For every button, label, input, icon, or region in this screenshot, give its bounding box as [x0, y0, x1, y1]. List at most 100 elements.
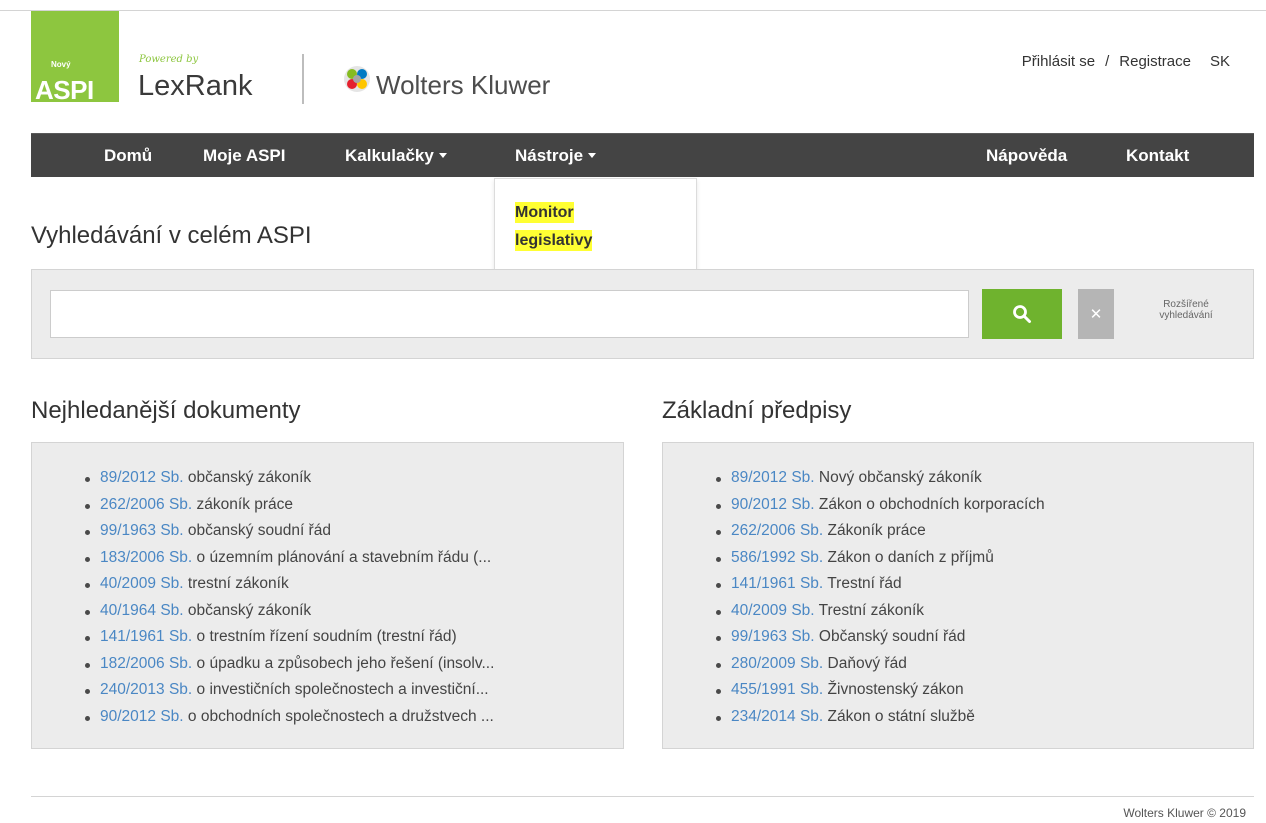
document-code-link[interactable]: 141/1961 Sb.	[731, 575, 823, 592]
nav-home-label: Domů	[104, 146, 153, 165]
nav-help-label: Nápověda	[986, 146, 1068, 165]
aspi-logo-novy: Nový	[51, 60, 71, 69]
document-code-link[interactable]: 89/2012 Sb.	[100, 469, 184, 486]
search-icon	[1013, 305, 1031, 323]
nav-help[interactable]: Nápověda	[986, 134, 1067, 178]
list-item: 89/2012 Sb. Nový občanský zákoník	[716, 465, 1045, 492]
caret-down-icon	[438, 153, 447, 159]
document-title: občanský zákoník	[187, 469, 312, 486]
document-title: Daňový řád	[827, 654, 907, 672]
document-title: Zákoník práce	[827, 522, 926, 539]
document-title: trestní zákoník	[187, 575, 289, 592]
document-code-link[interactable]: 280/2009 Sb.	[731, 655, 823, 672]
list-item: 90/2012 Sb. Zákon o obchodních korporací…	[716, 492, 1045, 519]
menu-item-monitor-legislativy[interactable]: Monitor legislativy	[515, 199, 611, 255]
document-title: o investičních společnostech a investičn…	[196, 681, 489, 698]
document-title: o trestním řízení soudním (trestní řád)	[196, 628, 457, 645]
document-title: Živnostenský zákon	[827, 681, 964, 698]
document-code-link[interactable]: 586/1992 Sb.	[731, 549, 823, 566]
powered-by-label: Powered by	[139, 54, 199, 65]
document-code-link[interactable]: 99/1963 Sb.	[100, 522, 184, 539]
list-item: 40/2009 Sb. trestní zákoník	[84, 571, 494, 598]
list-item: 262/2006 Sb. zákoník práce	[84, 492, 494, 519]
close-icon: ✕	[1089, 306, 1103, 323]
document-title: zákoník práce	[196, 495, 294, 513]
document-title: Zákon o státní službě	[827, 707, 975, 725]
document-code-link[interactable]: 240/2013 Sb.	[100, 681, 192, 698]
document-code-link[interactable]: 40/2009 Sb.	[731, 602, 815, 619]
clear-search-button[interactable]: ✕	[1078, 289, 1114, 339]
basic-regulations-list: 89/2012 Sb. Nový občanský zákoník 90/2012…	[716, 465, 1045, 731]
wolters-kluwer-logo: Wolters Kluwer	[376, 70, 551, 100]
document-code-link[interactable]: 89/2012 Sb.	[731, 469, 815, 486]
menu-item-label: Monitor legislativy	[515, 202, 593, 251]
list-item: 141/1961 Sb. o trestním řízení soudním (…	[84, 624, 494, 651]
list-item: 280/2009 Sb. Daňový řád	[716, 651, 1045, 678]
document-code-link[interactable]: 141/1961 Sb.	[100, 628, 192, 645]
document-code-link[interactable]: 183/2006 Sb.	[100, 549, 192, 566]
list-item: 141/1961 Sb. Trestní řád	[716, 571, 1045, 598]
document-code-link[interactable]: 234/2014 Sb.	[731, 708, 823, 725]
nav-calculators[interactable]: Kalkulačky	[345, 134, 447, 178]
document-code-link[interactable]: 90/2012 Sb.	[100, 708, 184, 725]
basic-regulations-title: Základní předpisy	[662, 397, 852, 424]
document-code-link[interactable]: 90/2012 Sb.	[731, 496, 815, 513]
language-switch[interactable]: SK	[1210, 53, 1230, 70]
footer-divider	[31, 796, 1254, 797]
tools-dropdown-menu: Monitor legislativy	[494, 178, 697, 274]
list-item: 586/1992 Sb. Zákon o daních z příjmů	[716, 545, 1045, 572]
search-panel: ✕ Rozšířené vyhledávání	[31, 269, 1254, 359]
nav-my-aspi-label: Moje ASPI	[203, 146, 286, 165]
nav-contact[interactable]: Kontakt	[1126, 134, 1189, 178]
nav-tools[interactable]: Nástroje	[515, 134, 597, 178]
list-item: 455/1991 Sb. Živnostenský zákon	[716, 677, 1045, 704]
lexrank-logo: LexRank	[138, 70, 253, 102]
register-link[interactable]: Registrace	[1119, 53, 1191, 70]
main-navbar: Domů Moje ASPI Kalkulačky Nástroje Nápov…	[31, 133, 1254, 177]
search-input[interactable]	[50, 290, 969, 338]
most-searched-panel: 89/2012 Sb. občanský zákoník 262/2006 Sb.…	[31, 442, 624, 749]
document-title: o úpadku a způsobech jeho řešení (insolv…	[196, 654, 495, 672]
advanced-search-link[interactable]: Rozšířené vyhledávání	[1136, 299, 1236, 321]
nav-home[interactable]: Domů	[104, 134, 152, 178]
list-item: 90/2012 Sb. o obchodních společnostech a…	[84, 704, 494, 731]
search-button[interactable]	[982, 289, 1062, 339]
list-item: 89/2012 Sb. občanský zákoník	[84, 465, 494, 492]
most-searched-title: Nejhledanější dokumenty	[31, 397, 301, 424]
login-link[interactable]: Přihlásit se	[1022, 53, 1095, 70]
list-item: 262/2006 Sb. Zákoník práce	[716, 518, 1045, 545]
logo-divider	[302, 54, 304, 104]
document-title: Trestní řád	[827, 575, 902, 592]
list-item: 40/2009 Sb. Trestní zákoník	[716, 598, 1045, 625]
link-separator: /	[1105, 53, 1110, 70]
document-title: Zákon o obchodních korporacích	[818, 495, 1045, 513]
list-item: 99/1963 Sb. občanský soudní řád	[84, 518, 494, 545]
document-code-link[interactable]: 99/1963 Sb.	[731, 628, 815, 645]
wolters-kluwer-mark-icon	[344, 66, 370, 92]
account-links: Přihlásit se / Registrace SK	[1022, 53, 1230, 70]
document-code-link[interactable]: 262/2006 Sb.	[100, 496, 192, 513]
document-title: občanský zákoník	[187, 601, 312, 619]
list-item: 182/2006 Sb. o úpadku a způsobech jeho ř…	[84, 651, 495, 678]
nav-calculators-label: Kalkulačky	[345, 146, 434, 165]
document-title: Nový občanský zákoník	[818, 469, 982, 486]
list-item: 234/2014 Sb. Zákon o státní službě	[716, 704, 1045, 731]
list-item: 99/1963 Sb. Občanský soudní řád	[716, 624, 1045, 651]
document-title: Zákon o daních z příjmů	[827, 548, 994, 566]
document-code-link[interactable]: 40/2009 Sb.	[100, 575, 184, 592]
list-item: 40/1964 Sb. občanský zákoník	[84, 598, 494, 625]
aspi-logo-text: ASPI	[35, 75, 94, 105]
document-code-link[interactable]: 262/2006 Sb.	[731, 522, 823, 539]
document-code-link[interactable]: 182/2006 Sb.	[100, 655, 192, 672]
document-title: občanský soudní řád	[187, 522, 331, 539]
basic-regulations-panel: 89/2012 Sb. Nový občanský zákoník 90/2012…	[662, 442, 1254, 749]
document-code-link[interactable]: 40/1964 Sb.	[100, 602, 184, 619]
document-title: Občanský soudní řád	[818, 628, 966, 645]
top-divider	[0, 10, 1266, 11]
document-title: o obchodních společnostech a družstvech …	[187, 707, 494, 725]
nav-my-aspi[interactable]: Moje ASPI	[203, 134, 286, 178]
document-code-link[interactable]: 455/1991 Sb.	[731, 681, 823, 698]
document-title: Trestní zákoník	[818, 601, 925, 619]
most-searched-list: 89/2012 Sb. občanský zákoník 262/2006 Sb.…	[84, 465, 495, 731]
caret-down-icon	[588, 153, 597, 159]
